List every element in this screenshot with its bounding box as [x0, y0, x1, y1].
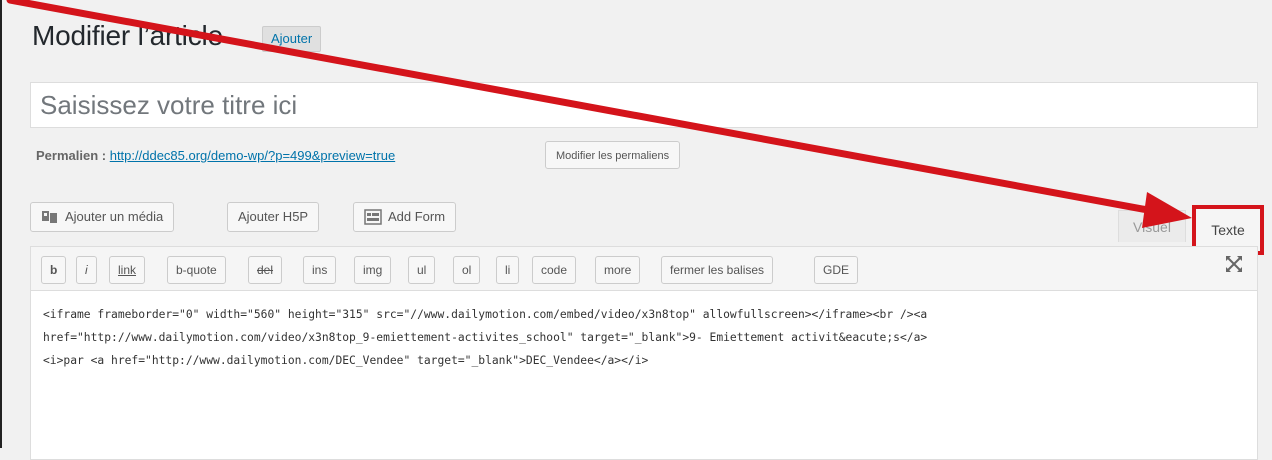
- annotation-arrow: [6, 0, 1192, 228]
